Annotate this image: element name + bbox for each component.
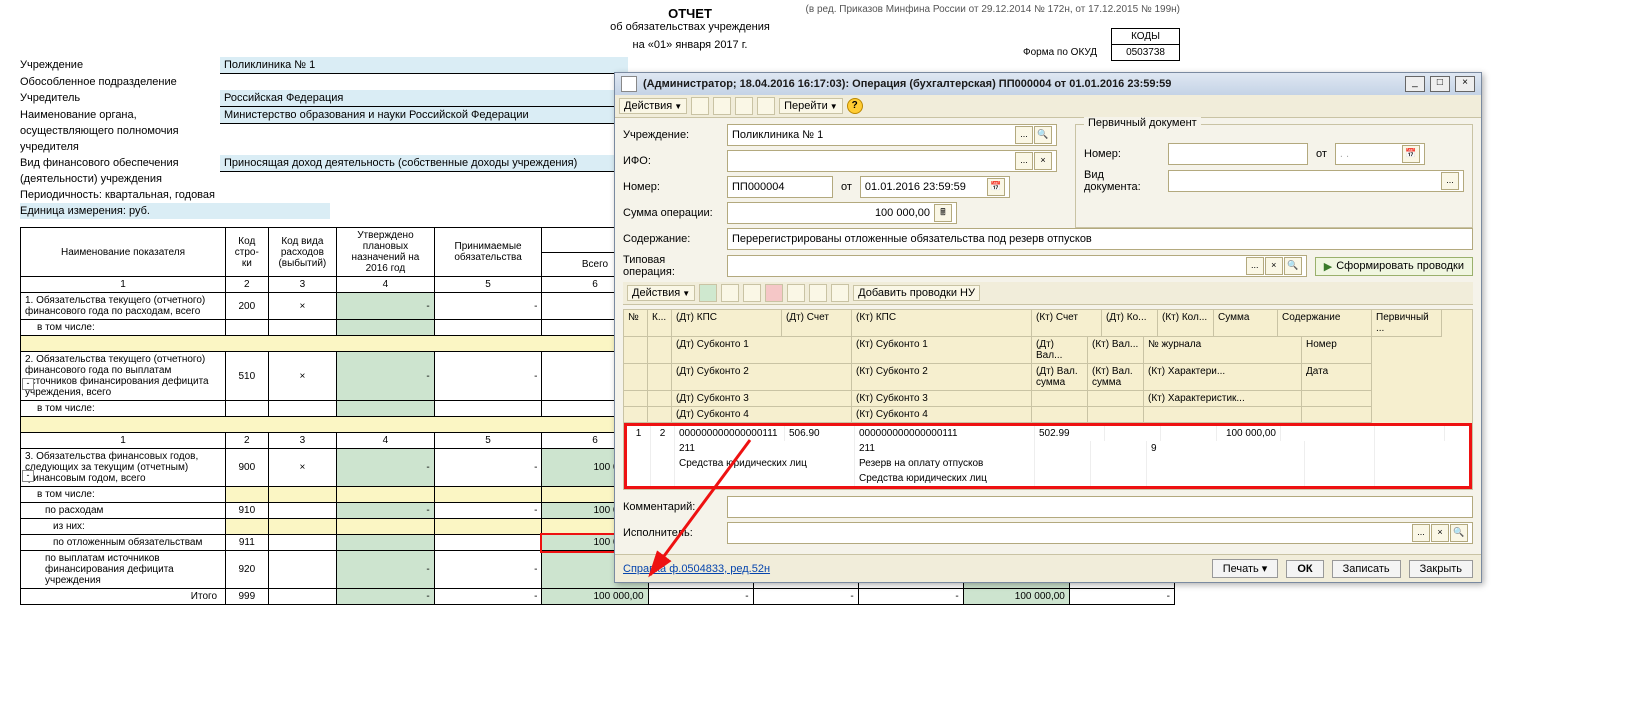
label-fintype: Вид финансового обеспечения (деятельност… bbox=[20, 155, 220, 187]
label-subdivision: Обособленное подразделение bbox=[20, 74, 220, 90]
primary-num-input[interactable] bbox=[1168, 143, 1308, 165]
calculator-icon[interactable]: 🖩 bbox=[934, 204, 952, 222]
posting-row[interactable]: 12000000000000000111506.9000000000000000… bbox=[627, 426, 1469, 441]
close-dialog-button[interactable]: Закрыть bbox=[1409, 560, 1473, 578]
copy-icon[interactable] bbox=[721, 284, 739, 302]
actions-menu[interactable]: Действия▼ bbox=[619, 98, 687, 114]
sum-input[interactable]: 100 000,00🖩 bbox=[727, 202, 957, 224]
col-accepted: Принимаемые обязательства bbox=[434, 228, 542, 277]
label-num: Номер: bbox=[623, 181, 719, 193]
save-button[interactable]: Записать bbox=[1332, 560, 1401, 578]
label-unit: Единица измерения: руб. bbox=[20, 203, 330, 219]
grid-toolbar: Действия▼ Добавить проводки НУ bbox=[623, 282, 1473, 305]
okud-label: Форма по ОКУД bbox=[1009, 45, 1112, 61]
institution-input[interactable]: Поликлиника № 1...🔍 bbox=[727, 124, 1057, 146]
primary-doc-group: Первичный документ Номер:от. .📅 Вид доку… bbox=[1075, 124, 1473, 228]
codes-header: КОДЫ bbox=[1112, 29, 1180, 45]
regulation-note: (в ред. Приказов Минфина России от 29.12… bbox=[780, 4, 1180, 15]
date-input[interactable]: 01.01.2016 23:59:59📅 bbox=[860, 176, 1010, 198]
select-button[interactable]: ... bbox=[1015, 126, 1033, 144]
col-code: Код стро-ки bbox=[226, 228, 269, 277]
calendar-icon[interactable]: 📅 bbox=[987, 178, 1005, 196]
goto-menu[interactable]: Перейти▼ bbox=[779, 98, 843, 114]
label-comment: Комментарий: bbox=[623, 501, 719, 513]
label-executor: Исполнитель: bbox=[623, 527, 719, 539]
toolbar-icon[interactable] bbox=[691, 97, 709, 115]
highlighted-posting-row: 12000000000000000111506.9000000000000000… bbox=[624, 423, 1472, 489]
select-button[interactable]: ... bbox=[1015, 152, 1033, 170]
dialog-toolbar: Действия▼ Перейти▼ ? bbox=[615, 95, 1481, 118]
label-period: Периодичность: квартальная, годовая bbox=[20, 187, 240, 203]
tree-collapse-icon[interactable]: - bbox=[22, 378, 34, 390]
label-institution: Учреждение bbox=[20, 57, 220, 73]
ifo-input[interactable]: ...× bbox=[727, 150, 1057, 172]
comment-input[interactable] bbox=[727, 496, 1473, 518]
postings-grid[interactable]: №К...(Дт) КПС(Дт) Счет(Кт) КПС(Кт) Счет(… bbox=[623, 309, 1473, 490]
dialog-footer: Справка ф.0504833, ред.52н Печать ▾ ОК З… bbox=[615, 554, 1481, 582]
primary-date-input[interactable]: . .📅 bbox=[1335, 143, 1425, 165]
value-fintype[interactable]: Приносящая доход деятельность (собственн… bbox=[220, 155, 628, 172]
col-approved: Утверждено плановых назначений на 2016 г… bbox=[337, 228, 435, 277]
toolbar-icon[interactable] bbox=[713, 97, 731, 115]
reference-link[interactable]: Справка ф.0504833, ред.52н bbox=[623, 563, 770, 575]
dialog-title: (Администратор; 18.04.2016 16:17:03): Оп… bbox=[643, 78, 1403, 90]
number-input[interactable]: ПП000004 bbox=[727, 176, 833, 198]
label-typical: Типовая операция: bbox=[623, 254, 719, 278]
grid-header: №К...(Дт) КПС(Дт) Счет(Кт) КПС(Кт) Счет(… bbox=[624, 310, 1472, 337]
label-authority: Наименование органа, осуществляющего пол… bbox=[20, 107, 220, 155]
content-input[interactable]: Перерегистрированы отложенные обязательс… bbox=[727, 228, 1473, 250]
lookup-icon[interactable]: 🔍 bbox=[1034, 126, 1052, 144]
table-row-total[interactable]: Итого999--100 000,00---100 000,00- bbox=[21, 589, 1175, 605]
label-content: Содержание: bbox=[623, 233, 719, 245]
lookup-icon[interactable]: 🔍 bbox=[1450, 524, 1468, 542]
clear-button[interactable]: × bbox=[1431, 524, 1449, 542]
refresh-icon[interactable] bbox=[831, 284, 849, 302]
value-institution[interactable]: Поликлиника № 1 bbox=[220, 57, 628, 74]
add-icon[interactable] bbox=[699, 284, 717, 302]
as-of-date: на «01» января 2017 г. bbox=[400, 39, 980, 51]
label-founder: Учредитель bbox=[20, 90, 220, 106]
toolbar-icon[interactable] bbox=[757, 97, 775, 115]
close-button[interactable]: × bbox=[1455, 76, 1475, 92]
delete-icon[interactable] bbox=[765, 284, 783, 302]
dialog-titlebar[interactable]: (Администратор; 18.04.2016 16:17:03): Оп… bbox=[615, 73, 1481, 95]
ok-button[interactable]: ОК bbox=[1286, 560, 1323, 578]
label-sum: Сумма операции: bbox=[623, 207, 719, 219]
move-up-icon[interactable] bbox=[787, 284, 805, 302]
clear-button[interactable]: × bbox=[1265, 257, 1283, 275]
label-inst: Учреждение: bbox=[623, 129, 719, 141]
help-icon[interactable]: ? bbox=[847, 98, 863, 114]
add-nu-postings-button[interactable]: Добавить проводки НУ bbox=[853, 285, 980, 301]
label-ifo: ИФО: bbox=[623, 155, 719, 167]
app-icon bbox=[621, 76, 637, 92]
generate-postings-button[interactable]: ▶Сформировать проводки bbox=[1315, 257, 1473, 276]
select-button[interactable]: ... bbox=[1441, 172, 1459, 190]
typical-input[interactable]: ...×🔍 bbox=[727, 255, 1307, 277]
operation-dialog: (Администратор; 18.04.2016 16:17:03): Оп… bbox=[614, 72, 1482, 583]
minimize-button[interactable]: _ bbox=[1405, 76, 1425, 92]
clear-button[interactable]: × bbox=[1034, 152, 1052, 170]
report-subtitle: об обязательствах учреждения bbox=[400, 21, 980, 33]
toolbar-icon[interactable] bbox=[735, 97, 753, 115]
maximize-button[interactable]: □ bbox=[1430, 76, 1450, 92]
col-name: Наименование показателя bbox=[21, 228, 226, 277]
value-authority[interactable]: Министерство образования и науки Российс… bbox=[220, 107, 628, 124]
move-down-icon[interactable] bbox=[809, 284, 827, 302]
calendar-icon[interactable]: 📅 bbox=[1402, 145, 1420, 163]
executor-input[interactable]: ...×🔍 bbox=[727, 522, 1473, 544]
print-button[interactable]: Печать ▾ bbox=[1212, 559, 1279, 578]
select-button[interactable]: ... bbox=[1246, 257, 1264, 275]
lookup-icon[interactable]: 🔍 bbox=[1284, 257, 1302, 275]
doctype-input[interactable]: ... bbox=[1168, 170, 1464, 192]
edit-icon[interactable] bbox=[743, 284, 761, 302]
okud-code: 0503738 bbox=[1112, 45, 1180, 61]
value-founder[interactable]: Российская Федерация bbox=[220, 90, 628, 107]
select-button[interactable]: ... bbox=[1412, 524, 1430, 542]
tree-collapse-icon[interactable]: - bbox=[22, 470, 34, 482]
actions-menu[interactable]: Действия▼ bbox=[627, 285, 695, 301]
col-kind: Код вида расходов (выбытий) bbox=[268, 228, 337, 277]
codes-box: КОДЫ Форма по ОКУД0503738 bbox=[1009, 28, 1180, 61]
primary-doc-legend: Первичный документ bbox=[1084, 117, 1201, 129]
